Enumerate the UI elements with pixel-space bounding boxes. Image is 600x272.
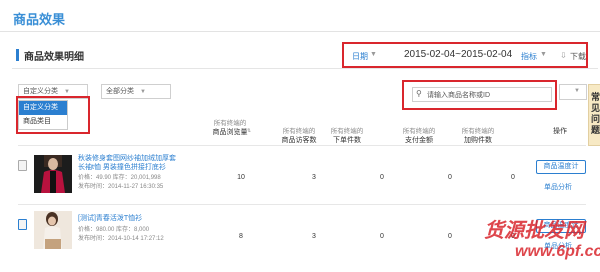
product-analysis-link[interactable]: 单品分析: [544, 182, 572, 192]
cell-page-views: 10: [237, 174, 245, 181]
cell-page-views: 8: [239, 233, 243, 240]
header-label: 下单件数: [333, 137, 361, 144]
column-header-visitors[interactable]: 所有终端的 商品访客数: [274, 127, 324, 145]
table-header-divider: [18, 145, 586, 146]
column-header-add-to-cart[interactable]: 所有终端的 加购件数: [453, 127, 503, 145]
section-divider: [12, 68, 598, 69]
header-sub: 所有终端的: [461, 128, 495, 135]
product-title-link[interactable]: [测试]青春活泼T恤衫: [78, 214, 142, 223]
cell-visitors: 3: [312, 233, 316, 240]
column-header-actions: 操作: [553, 128, 567, 135]
metric-selector[interactable]: 指标: [521, 51, 537, 62]
all-categories-select-value: 全部分类: [106, 88, 134, 95]
dropdown-highlight: [16, 96, 90, 134]
chevron-down-icon[interactable]: ▼: [370, 51, 377, 58]
cell-order-items: 0: [380, 233, 384, 240]
product-title-link[interactable]: 长袖t恤 男装撞色拼接打底衫: [78, 163, 166, 172]
header-sub: 所有终端的: [330, 128, 364, 135]
download-icon[interactable]: ⇩: [560, 51, 567, 60]
cell-order-items: 0: [380, 174, 384, 181]
header-label: 支付金额: [405, 137, 433, 144]
product-title-link[interactable]: 秋装修身套图网纱袖加绒加厚套: [78, 154, 176, 163]
column-header-payment[interactable]: 所有终端的 支付金额: [394, 127, 444, 145]
header-sub: 所有终端的: [213, 120, 247, 127]
watermark-text: 货源批发网: [484, 220, 584, 242]
search-input[interactable]: 请输入商品名称或ID: [412, 87, 552, 102]
header-label: 商品访客数: [281, 137, 317, 144]
section-title: 商品效果明细: [24, 52, 84, 63]
product-publish-time: 发布时间：2014-10-14 17:27:12: [78, 236, 164, 242]
chevron-down-icon[interactable]: ▼: [540, 51, 547, 58]
product-thermometer-button[interactable]: 商品温度计: [536, 160, 586, 174]
row-checkbox[interactable]: [18, 160, 27, 171]
title-divider: [0, 31, 600, 32]
search-icon: ⚲: [416, 89, 422, 98]
watermark-url: www.6pf.cc: [515, 243, 600, 260]
chevron-down-icon: ▼: [140, 89, 146, 95]
all-categories-select[interactable]: 全部分类 ▼: [101, 84, 171, 99]
cell-payment: 0: [448, 174, 452, 181]
row-checkbox[interactable]: [18, 219, 27, 230]
header-label: 加购件数: [464, 137, 492, 144]
cell-visitors: 3: [312, 174, 316, 181]
faq-popup-text: 常见问题: [591, 92, 600, 135]
product-thumbnail[interactable]: [34, 211, 72, 249]
cell-add-to-cart: 0: [511, 174, 515, 181]
header-sub: 所有终端的: [402, 128, 436, 135]
section-accent-bar: [16, 49, 19, 61]
chevron-down-icon: ▼: [574, 88, 580, 94]
page-title: 商品效果: [13, 12, 66, 27]
custom-category-select-value: 自定义分类: [23, 88, 58, 95]
column-header-order-items[interactable]: 所有终端的 下单件数: [322, 127, 372, 145]
date-range-picker[interactable]: 2015-02-04~2015-02-04: [404, 49, 512, 60]
download-button[interactable]: 下载: [570, 51, 586, 62]
product-thumbnail[interactable]: [34, 155, 72, 193]
date-filter-label[interactable]: 日期: [352, 51, 368, 62]
product-price-stock: 价格：980.00 库存：8,000: [78, 227, 150, 233]
sort-icon[interactable]: ⇅: [247, 128, 251, 134]
product-price-stock: 价格：49.90 库存：20,001,998: [78, 175, 161, 181]
search-extra-select[interactable]: [559, 84, 587, 100]
product-publish-time: 发布时间：2014-11-27 16:30:35: [78, 184, 164, 190]
chevron-down-icon: ▼: [64, 89, 70, 95]
header-sub: 所有终端的: [282, 128, 316, 135]
row-divider: [18, 204, 586, 205]
cell-payment: 0: [448, 233, 452, 240]
